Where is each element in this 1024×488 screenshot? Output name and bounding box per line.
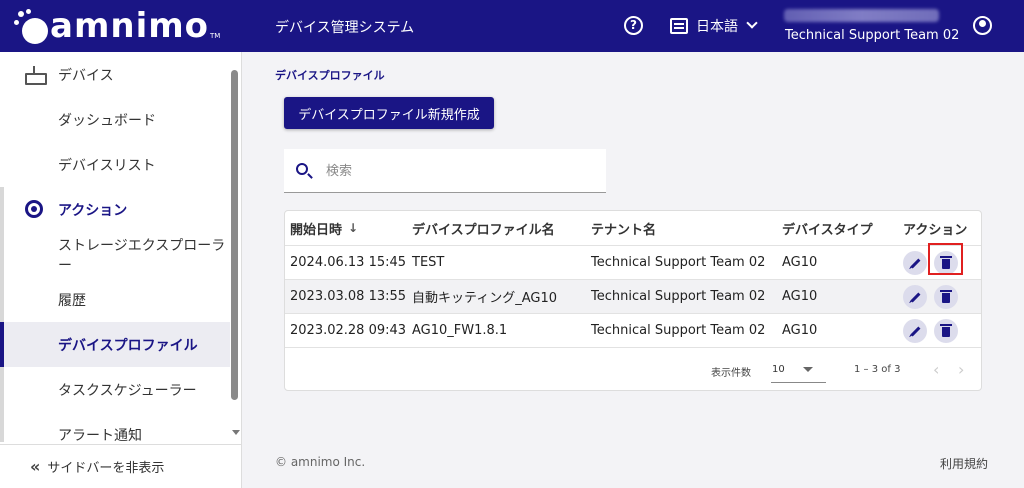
cell-device-type: AG10 xyxy=(782,323,818,338)
next-page-button[interactable]: › xyxy=(958,360,964,379)
sidebar: デバイス ダッシュボード デバイスリスト アクション ストレージエクスプローラー… xyxy=(0,52,242,488)
new-device-profile-button[interactable]: デバイスプロファイル新規作成 xyxy=(284,97,494,129)
language-label: 日本語 xyxy=(696,19,738,35)
account-icon[interactable] xyxy=(973,16,992,35)
annotation-highlight-box xyxy=(928,243,963,275)
previous-page-button[interactable]: ‹ xyxy=(933,360,939,379)
language-selector[interactable]: 日本語 xyxy=(670,14,758,38)
edit-button[interactable] xyxy=(903,251,927,275)
sidebar-item-label: デバイスリスト xyxy=(58,157,156,174)
chat-icon xyxy=(670,18,688,34)
sidebar-item-task-scheduler[interactable]: タスクスケジューラー xyxy=(0,367,230,412)
logo-trademark: TM xyxy=(210,32,221,40)
sidebar-item-actions[interactable]: アクション xyxy=(0,187,230,232)
column-header-actions: アクション xyxy=(903,222,968,238)
delete-button[interactable] xyxy=(934,319,958,343)
sidebar-item-label: タスクスケジューラー xyxy=(58,382,197,399)
sidebar-item-label: アクション xyxy=(58,202,128,219)
team-name: Technical Support Team 02 xyxy=(785,28,960,43)
sidebar-item-history[interactable]: 履歴 xyxy=(0,277,230,322)
sidebar-collapse-button[interactable]: « サイドバーを非表示 xyxy=(0,444,241,488)
amnimo-logo[interactable]: amnimo TM xyxy=(14,6,220,46)
sidebar-item-devices[interactable]: デバイス xyxy=(0,52,230,97)
double-chevron-left-icon: « xyxy=(30,457,40,476)
page-title: デバイスプロファイル xyxy=(275,69,385,82)
search-icon xyxy=(296,163,308,175)
sidebar-item-label: デバイスプロファイル xyxy=(58,337,198,354)
app-title: デバイス管理システム xyxy=(275,20,415,36)
column-header-device-type[interactable]: デバイスタイプ xyxy=(782,211,873,245)
sidebar-item-device-profile[interactable]: デバイスプロファイル xyxy=(0,322,230,367)
pencil-icon xyxy=(910,258,920,268)
logo-mark-icon xyxy=(14,9,48,44)
sidebar-collapse-label: サイドバーを非表示 xyxy=(47,461,165,476)
table-row[interactable]: 2023.03.08 13:55 自動キッティング_AG10 Technical… xyxy=(285,279,981,313)
router-icon xyxy=(25,65,47,85)
cell-tenant: Technical Support Team 02 xyxy=(591,255,766,270)
sidebar-item-label: デバイス xyxy=(58,67,114,84)
search-box xyxy=(284,149,606,193)
copyright: © amnimo Inc. xyxy=(275,455,366,469)
table-row[interactable]: 2024.06.13 15:45 TEST Technical Support … xyxy=(285,245,981,279)
cell-tenant: Technical Support Team 02 xyxy=(591,289,766,304)
cell-start-time: 2023.03.08 13:55 xyxy=(290,289,407,304)
pagination-range: 1 – 3 of 3 xyxy=(854,364,901,375)
cell-profile-name: TEST xyxy=(412,255,445,270)
cell-device-type: AG10 xyxy=(782,255,818,270)
sidebar-item-label: アラート通知 xyxy=(58,427,142,444)
cell-profile-name: AG10_FW1.8.1 xyxy=(412,323,508,338)
column-header-start-time[interactable]: 開始日時 ↓ xyxy=(290,211,358,245)
rows-per-page-label: 表示件数 xyxy=(711,368,751,379)
sidebar-item-label: ストレージエクスプローラー xyxy=(58,237,226,274)
gear-icon xyxy=(25,200,43,218)
logo-text: amnimo xyxy=(50,6,210,46)
sidebar-item-dashboard[interactable]: ダッシュボード xyxy=(0,97,230,142)
sidebar-item-storage-explorer[interactable]: ストレージエクスプローラー xyxy=(0,232,230,277)
pencil-icon xyxy=(910,292,920,302)
cell-profile-name: 自動キッティング_AG10 xyxy=(412,291,558,306)
app-header: amnimo TM デバイス管理システム ? 日本語 Technical Sup… xyxy=(0,0,1024,52)
device-profile-table: 開始日時 ↓ デバイスプロファイル名 テナント名 デバイスタイプ アクション 2… xyxy=(284,210,982,391)
trash-icon xyxy=(940,290,952,303)
sidebar-item-label: ダッシュボード xyxy=(58,112,156,129)
cell-tenant: Technical Support Team 02 xyxy=(591,323,766,338)
caret-down-icon xyxy=(803,367,813,372)
sidebar-item-device-list[interactable]: デバイスリスト xyxy=(0,142,230,187)
cell-start-time: 2023.02.28 09:43 xyxy=(290,323,407,338)
table-row[interactable]: 2023.02.28 09:43 AG10_FW1.8.1 Technical … xyxy=(285,313,981,347)
help-icon[interactable]: ? xyxy=(624,16,643,35)
edit-button[interactable] xyxy=(903,285,927,309)
delete-button[interactable] xyxy=(934,285,958,309)
pencil-icon xyxy=(910,326,920,336)
search-input[interactable] xyxy=(326,161,586,181)
rows-per-page-value: 10 xyxy=(772,364,785,375)
scroll-down-icon[interactable] xyxy=(232,430,240,435)
chevron-down-icon xyxy=(746,17,758,29)
cell-device-type: AG10 xyxy=(782,289,818,304)
edit-button[interactable] xyxy=(903,319,927,343)
user-name-redacted xyxy=(784,9,939,22)
sidebar-item-label: 履歴 xyxy=(58,292,86,309)
column-header-label: 開始日時 xyxy=(290,222,343,238)
cell-start-time: 2024.06.13 15:45 xyxy=(290,255,407,270)
sidebar-scrollbar[interactable] xyxy=(231,70,238,400)
column-header-profile-name[interactable]: デバイスプロファイル名 xyxy=(412,211,555,245)
terms-link[interactable]: 利用規約 xyxy=(940,455,988,472)
sort-arrow-down-icon: ↓ xyxy=(348,221,359,235)
rows-per-page-select[interactable]: 10 xyxy=(771,357,826,383)
column-header-tenant[interactable]: テナント名 xyxy=(591,211,656,245)
pagination: 表示件数 10 1 – 3 of 3 ‹ › xyxy=(285,347,981,391)
trash-icon xyxy=(940,324,952,337)
